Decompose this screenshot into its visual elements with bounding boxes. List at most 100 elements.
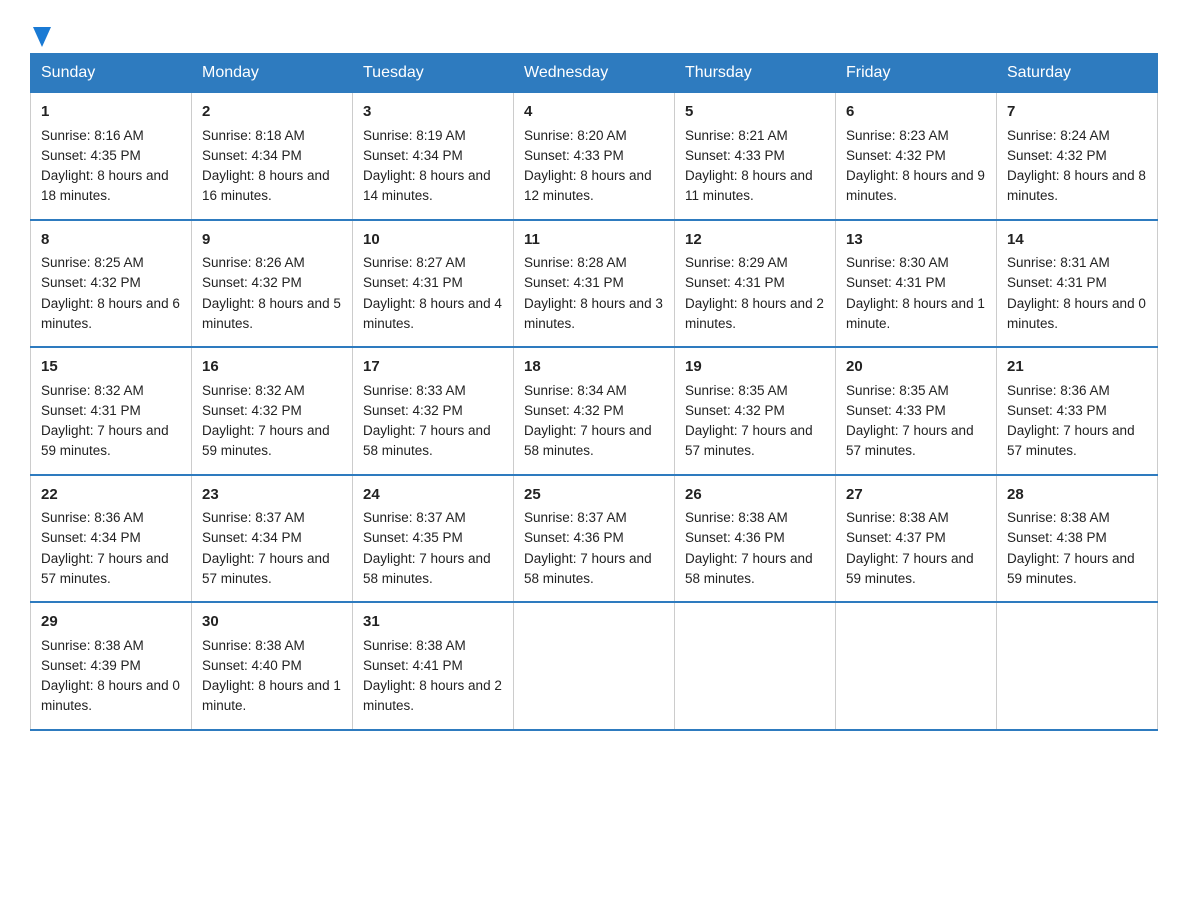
- calendar-cell: 25Sunrise: 8:37 AMSunset: 4:36 PMDayligh…: [514, 475, 675, 603]
- calendar-cell: 16Sunrise: 8:32 AMSunset: 4:32 PMDayligh…: [192, 347, 353, 475]
- calendar-cell: 19Sunrise: 8:35 AMSunset: 4:32 PMDayligh…: [675, 347, 836, 475]
- calendar-cell: 21Sunrise: 8:36 AMSunset: 4:33 PMDayligh…: [997, 347, 1158, 475]
- sunset-text: Sunset: 4:33 PM: [524, 148, 624, 163]
- calendar-cell: [997, 602, 1158, 730]
- sunset-text: Sunset: 4:35 PM: [41, 148, 141, 163]
- calendar-cell: 12Sunrise: 8:29 AMSunset: 4:31 PMDayligh…: [675, 220, 836, 348]
- sunrise-text: Sunrise: 8:20 AM: [524, 128, 627, 143]
- calendar-cell: 26Sunrise: 8:38 AMSunset: 4:36 PMDayligh…: [675, 475, 836, 603]
- calendar-cell: 24 Sunrise: 8:37 AM Sunset: 4:35 PM Dayligh…: [353, 475, 514, 603]
- day-header-tuesday: Tuesday: [353, 54, 514, 93]
- day-number: 15: [41, 356, 181, 379]
- sunset-text: Sunset: 4:35 PM: [363, 530, 463, 545]
- day-number: 9: [202, 229, 342, 252]
- day-number: 20: [846, 356, 986, 379]
- day-number: 29: [41, 611, 181, 634]
- sunset-text: Sunset: 4:32 PM: [524, 403, 624, 418]
- calendar-week-row: 22Sunrise: 8:36 AMSunset: 4:34 PMDayligh…: [31, 475, 1158, 603]
- daylight-text: Daylight: 7 hours and 58 minutes.: [685, 551, 813, 586]
- sunrise-text: Sunrise: 8:26 AM: [202, 255, 305, 270]
- calendar-cell: 8Sunrise: 8:25 AMSunset: 4:32 PMDaylight…: [31, 220, 192, 348]
- daylight-text: Daylight: 8 hours and 8 minutes.: [1007, 168, 1146, 203]
- day-number: 11: [524, 229, 664, 252]
- sunset-text: Sunset: 4:32 PM: [363, 403, 463, 418]
- logo-triangle-icon: [33, 27, 51, 47]
- calendar-cell: 30Sunrise: 8:38 AMSunset: 4:40 PMDayligh…: [192, 602, 353, 730]
- daylight-text: Daylight: 8 hours and 14 minutes.: [363, 168, 491, 203]
- sunrise-text: Sunrise: 8:27 AM: [363, 255, 466, 270]
- daylight-text: Daylight: 8 hours and 1 minute.: [202, 678, 341, 713]
- day-number: 21: [1007, 356, 1147, 379]
- daylight-text: Daylight: 8 hours and 5 minutes.: [202, 296, 341, 331]
- calendar-cell: 2Sunrise: 8:18 AMSunset: 4:34 PMDaylight…: [192, 93, 353, 220]
- sunset-text: Sunset: 4:37 PM: [846, 530, 946, 545]
- calendar-cell: 7Sunrise: 8:24 AMSunset: 4:32 PMDaylight…: [997, 93, 1158, 220]
- daylight-text: Daylight: 7 hours and 57 minutes.: [41, 551, 169, 586]
- sunset-text: Sunset: 4:34 PM: [202, 148, 302, 163]
- sunrise-text: Sunrise: 8:38 AM: [685, 510, 788, 525]
- day-number: 3: [363, 101, 503, 124]
- sunrise-text: Sunrise: 8:38 AM: [202, 638, 305, 653]
- day-number: 31: [363, 611, 503, 634]
- day-number: 19: [685, 356, 825, 379]
- daylight-text: Daylight: 8 hours and 1 minute.: [846, 296, 985, 331]
- daylight-text: Daylight: 8 hours and 9 minutes.: [846, 168, 985, 203]
- sunrise-text: Sunrise: 8:31 AM: [1007, 255, 1110, 270]
- calendar-cell: 6Sunrise: 8:23 AMSunset: 4:32 PMDaylight…: [836, 93, 997, 220]
- day-number: 27: [846, 484, 986, 507]
- sunset-text: Sunset: 4:39 PM: [41, 658, 141, 673]
- day-number: 17: [363, 356, 503, 379]
- sunset-text: Sunset: 4:40 PM: [202, 658, 302, 673]
- calendar-cell: 9 Sunrise: 8:26 AM Sunset: 4:32 PM Daylight…: [192, 220, 353, 348]
- sunset-text: Sunset: 4:31 PM: [846, 275, 946, 290]
- day-header-wednesday: Wednesday: [514, 54, 675, 93]
- day-number: 26: [685, 484, 825, 507]
- sunrise-text: Sunrise: 8:21 AM: [685, 128, 788, 143]
- calendar-cell: 22Sunrise: 8:36 AMSunset: 4:34 PMDayligh…: [31, 475, 192, 603]
- daylight-text: Daylight: 8 hours and 3 minutes.: [524, 296, 663, 331]
- daylight-text: Daylight: 8 hours and 18 minutes.: [41, 168, 169, 203]
- daylight-text: Daylight: 8 hours and 16 minutes.: [202, 168, 330, 203]
- sunrise-text: Sunrise: 8:32 AM: [41, 383, 144, 398]
- daylight-text: Daylight: 7 hours and 59 minutes.: [846, 551, 974, 586]
- sunset-text: Sunset: 4:31 PM: [685, 275, 785, 290]
- calendar-cell: 31Sunrise: 8:38 AMSunset: 4:41 PMDayligh…: [353, 602, 514, 730]
- sunrise-text: Sunrise: 8:37 AM: [363, 510, 466, 525]
- daylight-text: Daylight: 8 hours and 12 minutes.: [524, 168, 652, 203]
- sunrise-text: Sunrise: 8:35 AM: [846, 383, 949, 398]
- daylight-text: Daylight: 7 hours and 58 minutes.: [524, 551, 652, 586]
- daylight-text: Daylight: 7 hours and 57 minutes.: [846, 423, 974, 458]
- daylight-text: Daylight: 7 hours and 57 minutes.: [1007, 423, 1135, 458]
- calendar-week-row: 8Sunrise: 8:25 AMSunset: 4:32 PMDaylight…: [31, 220, 1158, 348]
- sunset-text: Sunset: 4:32 PM: [41, 275, 141, 290]
- calendar-cell: 14Sunrise: 8:31 AMSunset: 4:31 PMDayligh…: [997, 220, 1158, 348]
- calendar-cell: [675, 602, 836, 730]
- sunset-text: Sunset: 4:32 PM: [202, 275, 302, 290]
- sunset-text: Sunset: 4:32 PM: [685, 403, 785, 418]
- sunrise-text: Sunrise: 8:36 AM: [1007, 383, 1110, 398]
- day-number: 22: [41, 484, 181, 507]
- daylight-text: Daylight: 8 hours and 11 minutes.: [685, 168, 813, 203]
- day-number: 5: [685, 101, 825, 124]
- calendar-cell: 1Sunrise: 8:16 AMSunset: 4:35 PMDaylight…: [31, 93, 192, 220]
- calendar-cell: 4Sunrise: 8:20 AMSunset: 4:33 PMDaylight…: [514, 93, 675, 220]
- daylight-text: Daylight: 7 hours and 58 minutes.: [363, 551, 491, 586]
- sunset-text: Sunset: 4:34 PM: [202, 530, 302, 545]
- day-number: 1: [41, 101, 181, 124]
- sunrise-text: Sunrise: 8:35 AM: [685, 383, 788, 398]
- sunset-text: Sunset: 4:31 PM: [41, 403, 141, 418]
- sunset-text: Sunset: 4:31 PM: [1007, 275, 1107, 290]
- day-header-friday: Friday: [836, 54, 997, 93]
- calendar-cell: 29Sunrise: 8:38 AMSunset: 4:39 PMDayligh…: [31, 602, 192, 730]
- calendar-cell: 13Sunrise: 8:30 AMSunset: 4:31 PMDayligh…: [836, 220, 997, 348]
- sunrise-text: Sunrise: 8:37 AM: [524, 510, 627, 525]
- calendar-cell: 18Sunrise: 8:34 AMSunset: 4:32 PMDayligh…: [514, 347, 675, 475]
- daylight-text: Daylight: 8 hours and 2 minutes.: [363, 678, 502, 713]
- sunrise-text: Sunrise: 8:38 AM: [41, 638, 144, 653]
- day-number: 8: [41, 229, 181, 252]
- sunrise-text: Sunrise: 8:38 AM: [363, 638, 466, 653]
- day-number: 16: [202, 356, 342, 379]
- calendar-week-row: 15 Sunrise: 8:32 AM Sunset: 4:31 PM Dayligh…: [31, 347, 1158, 475]
- day-number: 24: [363, 484, 503, 507]
- calendar-cell: [514, 602, 675, 730]
